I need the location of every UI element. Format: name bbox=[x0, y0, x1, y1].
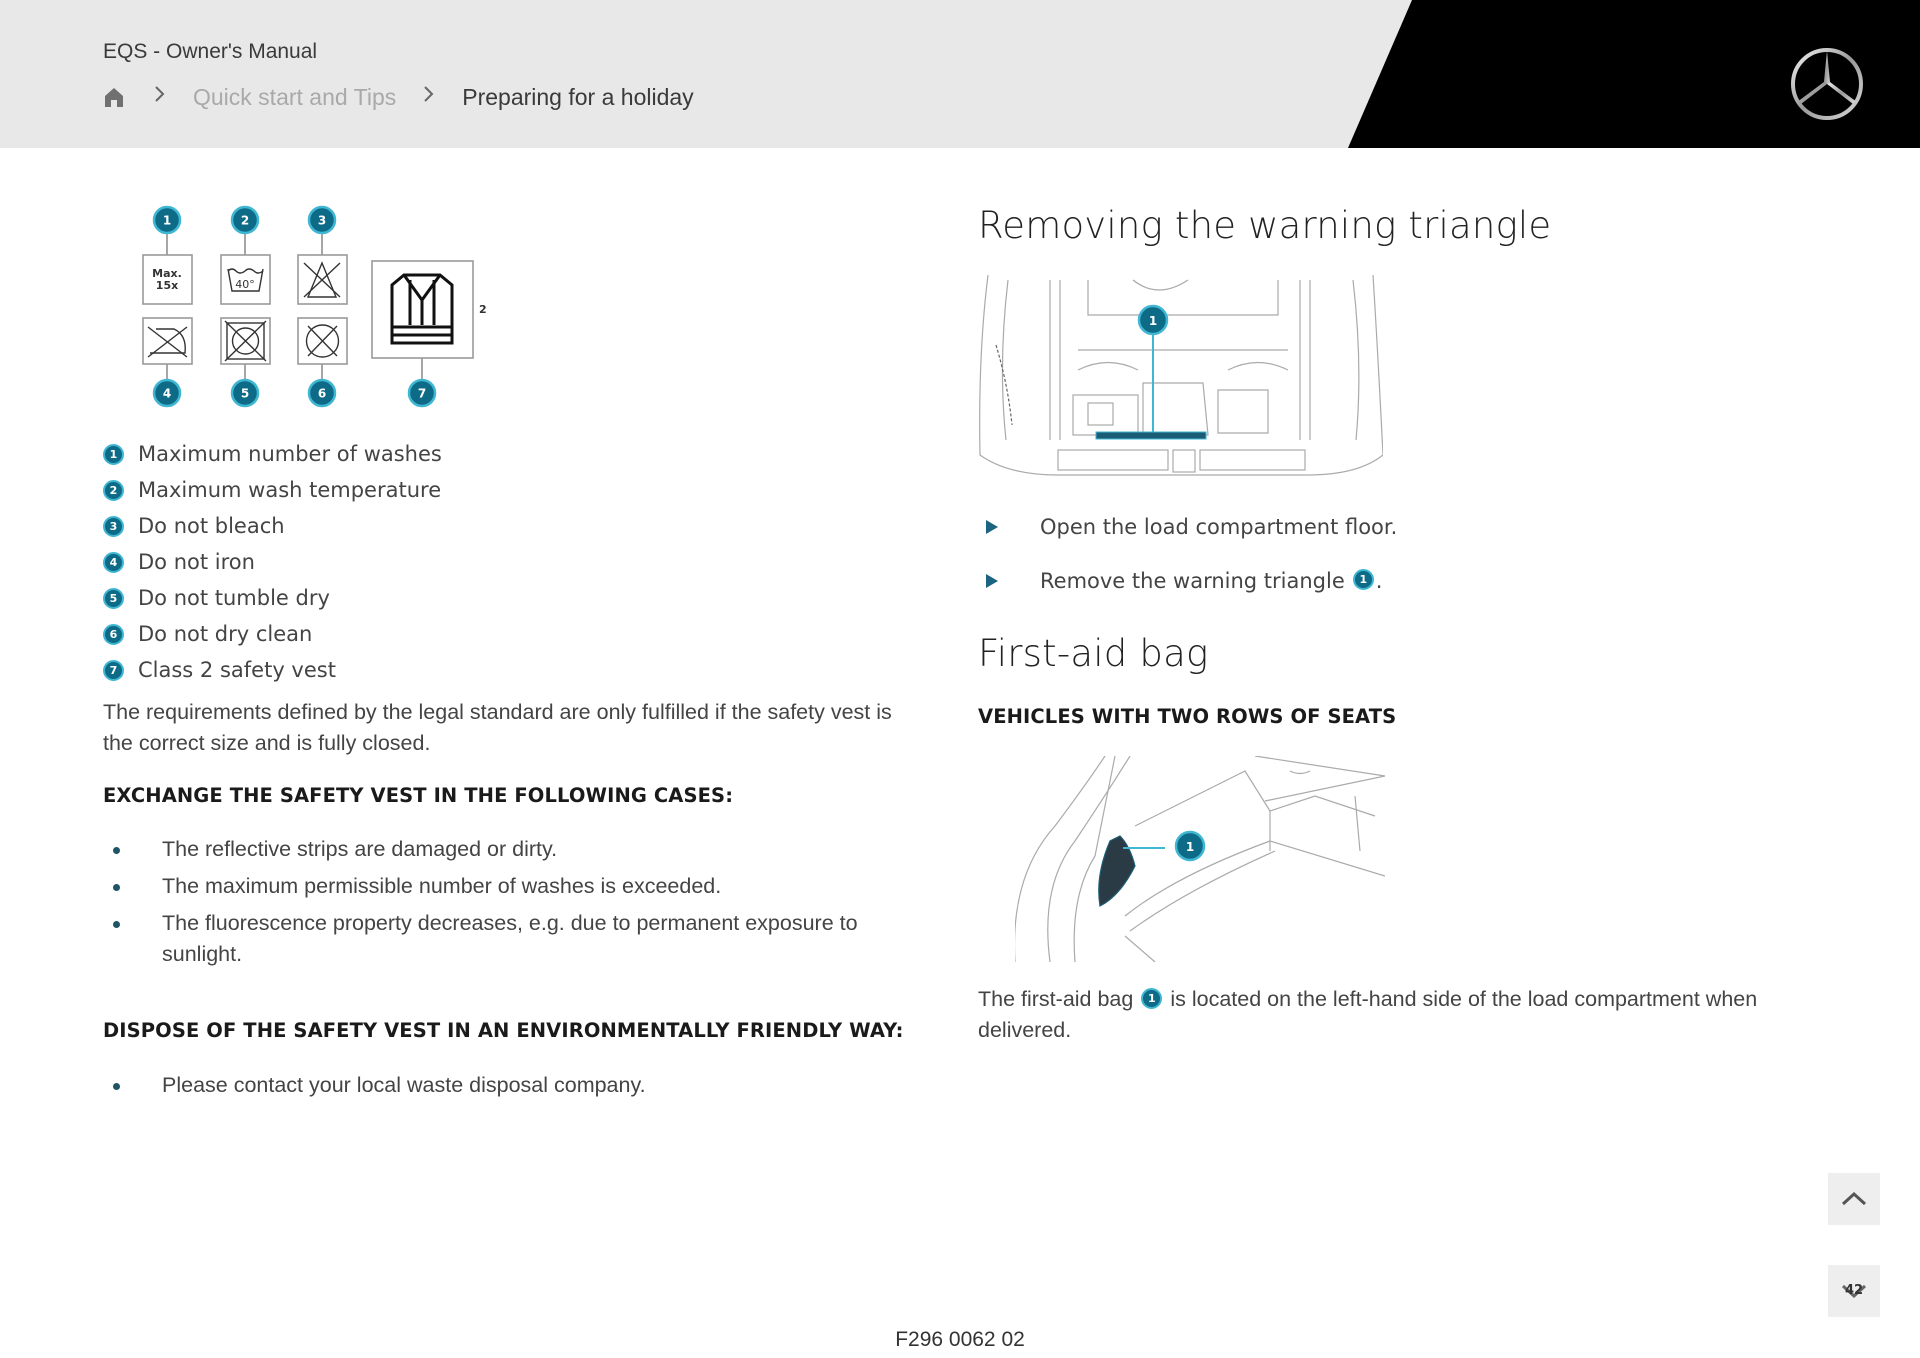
manual-title: EQS - Owner's Manual bbox=[103, 40, 318, 63]
svg-text:4: 4 bbox=[163, 387, 171, 401]
callout-badge: 2 bbox=[103, 479, 124, 501]
step-item: Open the load compartment floor. bbox=[978, 500, 1397, 554]
callout-3: 3 bbox=[307, 205, 337, 235]
exchange-heading: EXCHANGE THE SAFETY VEST IN THE FOLLOWIN… bbox=[103, 784, 734, 807]
exchange-list: The reflective strips are damaged or dir… bbox=[103, 834, 923, 976]
svg-text:15x: 15x bbox=[156, 279, 178, 292]
legend-label: Maximum number of washes bbox=[138, 442, 442, 466]
dispose-list: Please contact your local waste disposal… bbox=[103, 1070, 923, 1107]
breadcrumb-quick-start[interactable]: Quick start and Tips bbox=[193, 84, 396, 111]
requirements-text: The requirements defined by the legal st… bbox=[103, 700, 892, 755]
breadcrumb: Quick start and Tips Preparing for a hol… bbox=[103, 82, 694, 112]
svg-text:3: 3 bbox=[318, 214, 326, 228]
list-item: Please contact your local waste disposal… bbox=[103, 1070, 923, 1101]
step-arrow-icon bbox=[986, 520, 998, 534]
step-text: Open the load compartment floor. bbox=[1040, 515, 1398, 539]
care-symbols-figure: Max. 15x 40° 2 1 2 3 4 5 6 7 bbox=[130, 205, 490, 415]
first-aid-text: The first-aid bag 1 is located on the left… bbox=[978, 984, 1798, 1046]
first-aid-heading: First-aid bag bbox=[978, 632, 1209, 675]
svg-text:1: 1 bbox=[1186, 840, 1194, 854]
chevron-up-icon bbox=[1841, 1191, 1867, 1206]
svg-text:2: 2 bbox=[479, 303, 487, 316]
legend-item: 2 Maximum wash temperature bbox=[103, 472, 442, 508]
callout-4: 4 bbox=[152, 378, 182, 408]
legend-item: 4 Do not iron bbox=[103, 544, 442, 580]
max-washes-icon: Max. 15x bbox=[152, 267, 182, 292]
first-aid-bag-marker: 1 bbox=[1098, 830, 1206, 907]
legend-item: 1 Maximum number of washes bbox=[103, 436, 442, 472]
load-compartment-figure: 1 bbox=[978, 274, 1384, 485]
svg-text:2: 2 bbox=[241, 214, 249, 228]
step-arrow-icon bbox=[986, 574, 998, 588]
callout-5: 5 bbox=[230, 378, 260, 408]
step-suffix: . bbox=[1375, 569, 1383, 593]
callout-badge: 1 bbox=[103, 443, 124, 465]
legend-item: 7 Class 2 safety vest bbox=[103, 652, 442, 688]
care-symbols-legend: 1 Maximum number of washes 2 Maximum wash … bbox=[103, 436, 442, 688]
svg-text:40°: 40° bbox=[235, 278, 255, 291]
callout-badge: 6 bbox=[103, 623, 124, 645]
legend-item: 5 Do not tumble dry bbox=[103, 580, 442, 616]
legend-item: 6 Do not dry clean bbox=[103, 616, 442, 652]
first-aid-figure: 1 bbox=[1013, 755, 1386, 963]
callout-2: 2 bbox=[230, 205, 260, 235]
breadcrumb-separator-icon bbox=[422, 83, 436, 111]
svg-text:6: 6 bbox=[318, 387, 326, 401]
callout-1: 1 bbox=[152, 205, 182, 235]
figure-code: F296 0062 02 bbox=[895, 1328, 1025, 1351]
legend-label: Do not tumble dry bbox=[138, 586, 330, 610]
svg-text:1: 1 bbox=[1149, 314, 1157, 328]
scroll-down-button[interactable]: 42 bbox=[1828, 1265, 1880, 1317]
svg-text:1: 1 bbox=[163, 214, 171, 228]
callout-6: 6 bbox=[307, 378, 337, 408]
warning-triangle-heading: Removing the warning triangle bbox=[978, 204, 1552, 247]
breadcrumb-separator-icon bbox=[153, 83, 167, 111]
home-icon[interactable] bbox=[103, 86, 125, 108]
step-text: Remove the warning triangle bbox=[1040, 569, 1345, 593]
step-item: Remove the warning triangle 1 . bbox=[978, 554, 1397, 608]
legend-label: Do not iron bbox=[138, 550, 255, 574]
first-aid-text-before: The first-aid bag bbox=[978, 987, 1134, 1011]
dispose-heading: DISPOSE OF THE SAFETY VEST IN AN ENVIRON… bbox=[103, 1019, 904, 1042]
scroll-up-button[interactable] bbox=[1828, 1173, 1880, 1225]
callout-badge: 1 bbox=[1141, 987, 1163, 1009]
svg-text:7: 7 bbox=[418, 387, 426, 401]
svg-text:5: 5 bbox=[241, 387, 249, 401]
callout-badge: 7 bbox=[103, 659, 124, 681]
legend-label: Do not bleach bbox=[138, 514, 285, 538]
callout-badge: 5 bbox=[103, 587, 124, 609]
list-item: The maximum permissible number of washes… bbox=[103, 871, 923, 902]
callout-badge: 1 bbox=[1352, 568, 1374, 590]
callout-badge: 4 bbox=[103, 551, 124, 573]
mercedes-star-logo[interactable] bbox=[1789, 46, 1865, 122]
legend-label: Maximum wash temperature bbox=[138, 478, 442, 502]
list-item: The fluorescence property decreases, e.g… bbox=[103, 908, 923, 970]
legend-label: Do not dry clean bbox=[138, 622, 313, 646]
two-rows-heading: VEHICLES WITH TWO ROWS OF SEATS bbox=[978, 705, 1397, 728]
callout-7: 7 bbox=[407, 378, 437, 408]
list-item: The reflective strips are damaged or dir… bbox=[103, 834, 923, 865]
breadcrumb-current-page: Preparing for a holiday bbox=[462, 83, 694, 110]
legend-item: 3 Do not bleach bbox=[103, 508, 442, 544]
warning-triangle-steps: Open the load compartment floor. Remove … bbox=[978, 500, 1397, 608]
page-number: 42 bbox=[1845, 1283, 1864, 1298]
legend-label: Class 2 safety vest bbox=[138, 658, 336, 682]
callout-badge: 3 bbox=[103, 515, 124, 537]
